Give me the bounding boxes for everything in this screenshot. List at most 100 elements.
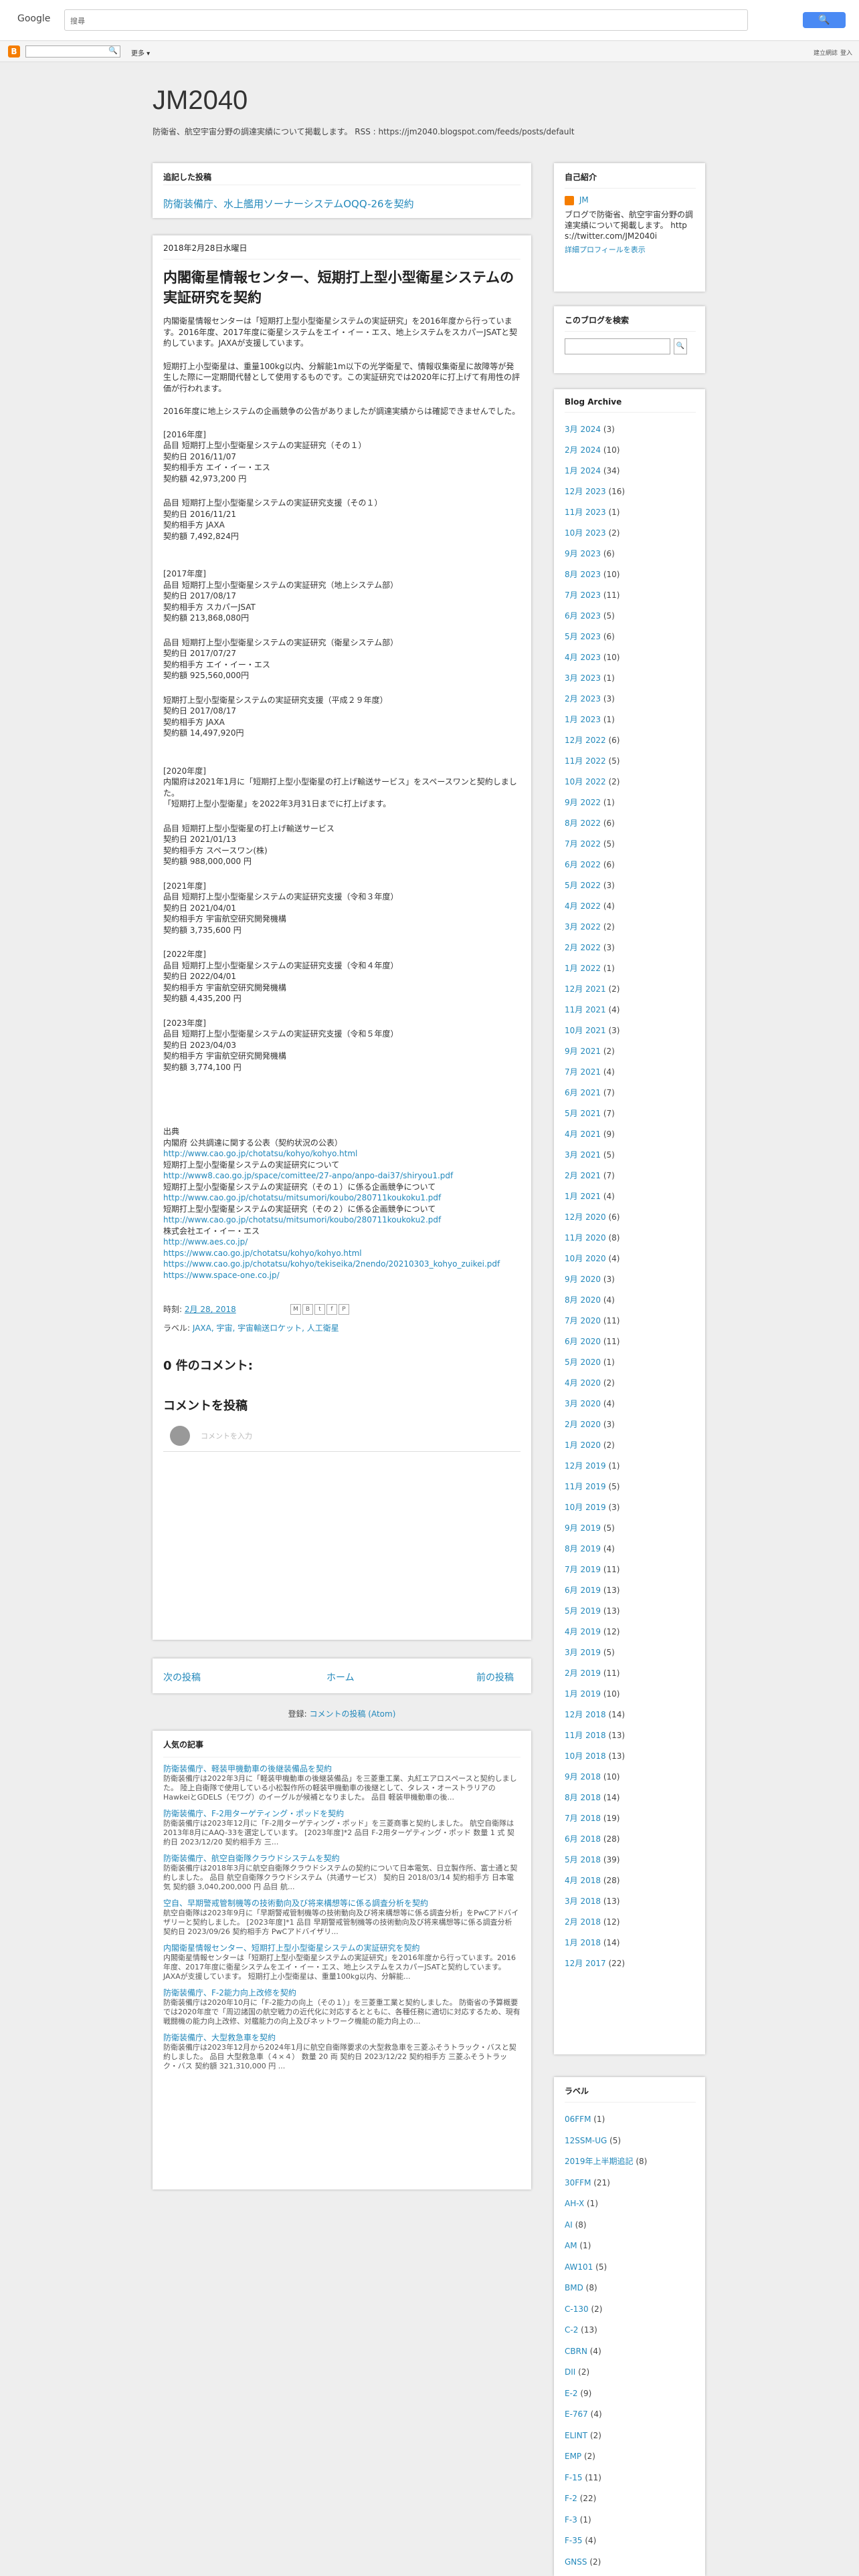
label-item-link[interactable]: C-2 bbox=[565, 2325, 578, 2335]
archive-item-link[interactable]: 11月 2022 bbox=[565, 756, 606, 766]
source-link[interactable]: https://www.space-one.co.jp/ bbox=[163, 1270, 520, 1281]
post-timestamp-link[interactable]: 2月 28, 2018 bbox=[185, 1305, 236, 1314]
archive-item-link[interactable]: 7月 2020 bbox=[565, 1316, 601, 1325]
archive-item-link[interactable]: 4月 2023 bbox=[565, 653, 601, 662]
archive-item-link[interactable]: 3月 2022 bbox=[565, 922, 601, 932]
older-post-link[interactable]: 前の投稿 bbox=[476, 1671, 514, 1684]
popular-item-title[interactable]: 空自、早期警戒管制機等の技術動向及び将来構想等に係る調査分析を契約 bbox=[163, 1899, 520, 1909]
archive-item-link[interactable]: 9月 2021 bbox=[565, 1047, 601, 1056]
archive-item-link[interactable]: 3月 2021 bbox=[565, 1150, 601, 1160]
archive-item-link[interactable]: 4月 2020 bbox=[565, 1378, 601, 1388]
label-item-link[interactable]: 06FFM bbox=[565, 2115, 591, 2124]
blog-search-input[interactable] bbox=[565, 338, 670, 354]
archive-item-link[interactable]: 2月 2024 bbox=[565, 445, 601, 455]
archive-item-link[interactable]: 6月 2021 bbox=[565, 1088, 601, 1097]
archive-item-link[interactable]: 12月 2019 bbox=[565, 1461, 606, 1471]
archive-item-link[interactable]: 2月 2018 bbox=[565, 1917, 601, 1927]
label-item-link[interactable]: AH-X bbox=[565, 2199, 584, 2208]
popular-item-title[interactable]: 内閣衛星情報センター、短期打上型小型衛星システムの実証研究を契約 bbox=[163, 1943, 520, 1953]
archive-item-link[interactable]: 4月 2018 bbox=[565, 1876, 601, 1885]
blog-title[interactable]: JM2040 bbox=[153, 86, 248, 116]
profile-more-link[interactable]: 詳細プロフィールを表示 bbox=[565, 244, 696, 255]
archive-item-link[interactable]: 8月 2023 bbox=[565, 570, 601, 579]
archive-item-link[interactable]: 3月 2018 bbox=[565, 1897, 601, 1906]
archive-item-link[interactable]: 10月 2018 bbox=[565, 1751, 606, 1761]
archive-item-link[interactable]: 11月 2019 bbox=[565, 1482, 606, 1491]
archive-item-link[interactable]: 1月 2021 bbox=[565, 1192, 601, 1201]
archive-item-link[interactable]: 3月 2020 bbox=[565, 1399, 601, 1408]
popular-item-title[interactable]: 防衛装備庁、大型救急車を契約 bbox=[163, 2033, 520, 2043]
archive-item-link[interactable]: 6月 2018 bbox=[565, 1834, 601, 1844]
archive-item-link[interactable]: 11月 2020 bbox=[565, 1233, 606, 1243]
source-link[interactable]: http://www8.cao.go.jp/space/comittee/27-… bbox=[163, 1170, 520, 1182]
archive-item-link[interactable]: 9月 2023 bbox=[565, 549, 601, 558]
archive-item-link[interactable]: 10月 2019 bbox=[565, 1503, 606, 1512]
archive-item-link[interactable]: 12月 2021 bbox=[565, 984, 606, 994]
label-item-link[interactable]: ELINT bbox=[565, 2431, 587, 2440]
search-icon[interactable]: 🔍 bbox=[803, 12, 846, 28]
archive-item-link[interactable]: 10月 2020 bbox=[565, 1254, 606, 1263]
archive-item-link[interactable]: 6月 2023 bbox=[565, 611, 601, 621]
archive-item-link[interactable]: 1月 2018 bbox=[565, 1938, 601, 1947]
post-label-links[interactable]: JAXA, 宇宙, 宇宙輸送ロケット, 人工衛星 bbox=[193, 1323, 339, 1333]
archive-item-link[interactable]: 7月 2022 bbox=[565, 839, 601, 849]
archive-item-link[interactable]: 9月 2018 bbox=[565, 1772, 601, 1782]
newer-post-link[interactable]: 次の投稿 bbox=[163, 1671, 201, 1684]
archive-item-link[interactable]: 10月 2023 bbox=[565, 528, 606, 538]
archive-item-link[interactable]: 2月 2021 bbox=[565, 1171, 601, 1180]
label-item-link[interactable]: AM bbox=[565, 2241, 577, 2250]
label-item-link[interactable]: F-3 bbox=[565, 2515, 577, 2525]
archive-item-link[interactable]: 11月 2021 bbox=[565, 1005, 606, 1014]
archive-item-link[interactable]: 3月 2023 bbox=[565, 673, 601, 683]
label-item-link[interactable]: AW101 bbox=[565, 2262, 593, 2272]
archive-item-link[interactable]: 4月 2021 bbox=[565, 1130, 601, 1139]
sign-in-link[interactable]: 登入 bbox=[840, 48, 852, 57]
share-icon[interactable]: f bbox=[326, 1304, 337, 1315]
archive-item-link[interactable]: 12月 2020 bbox=[565, 1212, 606, 1222]
share-icon[interactable]: B bbox=[302, 1304, 313, 1315]
archive-item-link[interactable]: 5月 2020 bbox=[565, 1358, 601, 1367]
archive-item-link[interactable]: 12月 2018 bbox=[565, 1710, 606, 1719]
search-icon[interactable]: 🔍 bbox=[674, 338, 688, 354]
label-item-link[interactable]: 12SSM-UG bbox=[565, 2136, 607, 2145]
label-item-link[interactable]: F-15 bbox=[565, 2473, 583, 2482]
label-item-link[interactable]: F-35 bbox=[565, 2536, 583, 2545]
archive-item-link[interactable]: 4月 2019 bbox=[565, 1627, 601, 1636]
search-icon[interactable]: 🔍 bbox=[108, 46, 118, 55]
label-item-link[interactable]: C-130 bbox=[565, 2304, 589, 2314]
archive-item-link[interactable]: 5月 2019 bbox=[565, 1606, 601, 1616]
archive-item-link[interactable]: 3月 2024 bbox=[565, 425, 601, 434]
blogger-logo-icon[interactable]: B bbox=[8, 45, 20, 58]
share-icon[interactable]: t bbox=[314, 1304, 325, 1315]
source-link[interactable]: http://www.cao.go.jp/chotatsu/kohyo/kohy… bbox=[163, 1148, 520, 1160]
archive-item-link[interactable]: 11月 2018 bbox=[565, 1731, 606, 1740]
archive-item-link[interactable]: 6月 2020 bbox=[565, 1337, 601, 1346]
archive-item-link[interactable]: 9月 2022 bbox=[565, 798, 601, 807]
archive-item-link[interactable]: 2月 2023 bbox=[565, 694, 601, 704]
archive-item-link[interactable]: 12月 2022 bbox=[565, 736, 606, 745]
archive-item-link[interactable]: 12月 2017 bbox=[565, 1959, 606, 1968]
label-item-link[interactable]: 2019年上半期追記 bbox=[565, 2157, 634, 2166]
archive-item-link[interactable]: 10月 2022 bbox=[565, 777, 606, 786]
archive-item-link[interactable]: 11月 2023 bbox=[565, 508, 606, 517]
archive-item-link[interactable]: 1月 2023 bbox=[565, 715, 601, 724]
archive-item-link[interactable]: 5月 2023 bbox=[565, 632, 601, 641]
label-item-link[interactable]: GNSS bbox=[565, 2557, 587, 2567]
label-item-link[interactable]: E-767 bbox=[565, 2409, 588, 2419]
archive-item-link[interactable]: 1月 2020 bbox=[565, 1440, 601, 1450]
google-search-input[interactable]: 搜尋 bbox=[64, 9, 748, 31]
archive-item-link[interactable]: 7月 2023 bbox=[565, 591, 601, 600]
label-item-link[interactable]: AI bbox=[565, 2220, 573, 2230]
archive-item-link[interactable]: 6月 2019 bbox=[565, 1586, 601, 1595]
navbar-search-input[interactable]: 🔍 bbox=[25, 45, 120, 58]
archive-item-link[interactable]: 7月 2019 bbox=[565, 1565, 601, 1574]
navbar-more-menu[interactable]: 更多 ▾ bbox=[131, 47, 150, 58]
comment-input[interactable]: コメントを入力 bbox=[163, 1424, 520, 1452]
label-item-link[interactable]: CBRN bbox=[565, 2347, 587, 2356]
subscribe-link[interactable]: コメントの投稿 (Atom) bbox=[309, 1709, 395, 1719]
source-link[interactable]: https://www.cao.go.jp/chotatsu/kohyo/tek… bbox=[163, 1259, 520, 1270]
label-item-link[interactable]: DII bbox=[565, 2367, 575, 2377]
archive-item-link[interactable]: 5月 2018 bbox=[565, 1855, 601, 1864]
archive-item-link[interactable]: 5月 2021 bbox=[565, 1109, 601, 1118]
archive-item-link[interactable]: 1月 2022 bbox=[565, 964, 601, 973]
